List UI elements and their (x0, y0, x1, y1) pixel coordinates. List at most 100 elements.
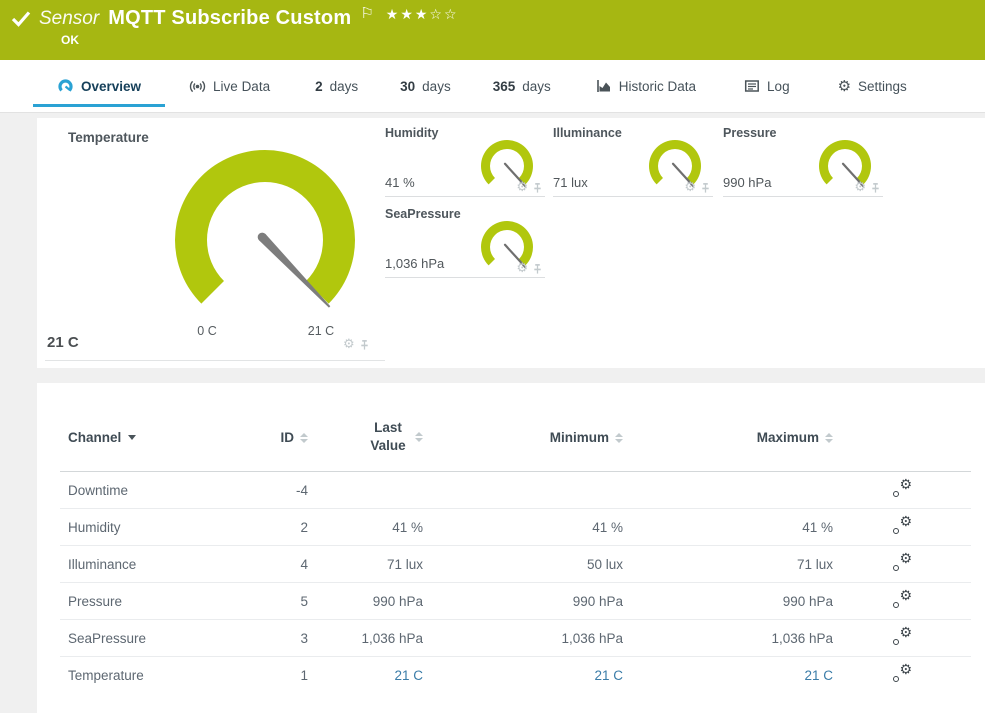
sort-icon (825, 433, 833, 443)
gear-icon[interactable]: ⚙ (684, 181, 696, 194)
gear-icon[interactable]: ⚙ (854, 181, 866, 194)
mini-gauge-panel-illuminance: Illuminance 71 lux ⚙ (553, 124, 713, 197)
pin-icon[interactable] (532, 263, 543, 275)
mini-gauge-panel-humidity: Humidity 41 % ⚙ (385, 124, 545, 197)
maximum-cell: 71 lux (623, 546, 833, 583)
tab-30-days[interactable]: 30 days (379, 60, 472, 112)
last-value-cell: 1,036 hPa (308, 620, 423, 657)
channel-settings-icon[interactable]: ⚙ (892, 628, 912, 646)
gear-icon[interactable]: ⚙ (516, 181, 528, 194)
panel-actions: ⚙ (516, 181, 543, 194)
last-value-cell: 21 C (308, 657, 423, 694)
channel-name[interactable]: Illuminance (553, 126, 622, 140)
gauge-icon (57, 78, 74, 95)
channel-name-cell[interactable]: Downtime (60, 472, 253, 509)
sensor-title-row: Sensor MQTT Subscribe Custom ⚐ ★★★☆☆ (10, 7, 459, 30)
gauges-overview-card: Temperature 0 C 21 C 21 C ⚙ Humidity 41 … (37, 118, 985, 368)
panel-actions: ⚙ (684, 181, 711, 194)
gear-icon[interactable]: ⚙ (343, 338, 355, 351)
channel-name-cell[interactable]: Humidity (60, 509, 253, 546)
pin-icon[interactable] (700, 182, 711, 194)
gauge-scale-max: 21 C (301, 324, 341, 338)
channel-name[interactable]: Pressure (723, 126, 777, 140)
channel-name-cell[interactable]: SeaPressure (60, 620, 253, 657)
minimum-cell (423, 472, 623, 509)
minimum-cell: 990 hPa (423, 583, 623, 620)
panel-divider (45, 360, 385, 361)
channel-name-cell[interactable]: Illuminance (60, 546, 253, 583)
minimum-cell: 41 % (423, 509, 623, 546)
channel-id-cell: 3 (253, 620, 308, 657)
tab-live-data[interactable]: Live Data (165, 60, 294, 112)
maximum-cell: 990 hPa (623, 583, 833, 620)
primary-channel-value: 21 C (47, 334, 79, 351)
tab-365-days[interactable]: 365 days (472, 60, 572, 112)
channel-settings-icon[interactable]: ⚙ (892, 517, 912, 535)
column-header-maximum[interactable]: Maximum (623, 403, 833, 472)
pin-icon[interactable] (359, 339, 370, 351)
tab-overview[interactable]: Overview (33, 60, 165, 112)
minimum-cell: 1,036 hPa (423, 620, 623, 657)
channel-name-cell[interactable]: Pressure (60, 583, 253, 620)
last-value-cell: 41 % (308, 509, 423, 546)
tab-historic-data[interactable]: Historic Data (572, 60, 720, 112)
tab-settings[interactable]: ⚙ Settings (814, 60, 931, 112)
table-row-humidity: Humidity 2 41 % 41 % 41 % ⚙ (60, 509, 971, 546)
channel-id-cell: -4 (253, 472, 308, 509)
table-header-row: Channel ID Last Value Minimum Maximum (60, 403, 971, 472)
sort-icon (415, 432, 423, 442)
flag-icon[interactable]: ⚐ (360, 4, 373, 22)
tab-bar: Overview Live Data 2 days 30 days 365 da… (0, 60, 985, 113)
sensor-status-bar: Sensor MQTT Subscribe Custom ⚐ ★★★☆☆ OK (0, 0, 985, 60)
primary-channel-name[interactable]: Temperature (68, 130, 149, 145)
table-row-pressure: Pressure 5 990 hPa 990 hPa 990 hPa ⚙ (60, 583, 971, 620)
sensor-status-text: OK (61, 33, 79, 47)
table-row-temperature: Temperature 1 21 C 21 C 21 C ⚙ (60, 657, 971, 694)
maximum-cell (623, 472, 833, 509)
log-icon (744, 78, 760, 94)
column-header-channel[interactable]: Channel (60, 403, 253, 472)
channels-table: Channel ID Last Value Minimum Maximum Do… (60, 403, 971, 693)
channel-name[interactable]: Humidity (385, 126, 438, 140)
channel-value: 41 % (385, 175, 415, 190)
channels-table-card: Channel ID Last Value Minimum Maximum Do… (37, 383, 985, 713)
table-row-illuminance: Illuminance 4 71 lux 50 lux 71 lux ⚙ (60, 546, 971, 583)
column-header-id[interactable]: ID (253, 403, 308, 472)
primary-gauge (170, 145, 360, 340)
channel-id-cell: 1 (253, 657, 308, 694)
channel-settings-icon[interactable]: ⚙ (892, 554, 912, 572)
pin-icon[interactable] (870, 182, 881, 194)
channel-value: 990 hPa (723, 175, 771, 190)
channel-id-cell: 2 (253, 509, 308, 546)
gear-icon: ⚙ (838, 79, 851, 94)
maximum-cell: 1,036 hPa (623, 620, 833, 657)
panel-actions: ⚙ (516, 262, 543, 275)
channel-settings-icon[interactable]: ⚙ (892, 665, 912, 683)
pin-icon[interactable] (532, 182, 543, 194)
channel-id-cell: 4 (253, 546, 308, 583)
channel-settings-icon[interactable]: ⚙ (892, 480, 912, 498)
column-header-last-value[interactable]: Last Value (308, 403, 423, 472)
panel-actions: ⚙ (343, 338, 370, 351)
sensor-title: MQTT Subscribe Custom (108, 7, 351, 30)
channel-settings-icon[interactable]: ⚙ (892, 591, 912, 609)
channel-value: 1,036 hPa (385, 256, 444, 271)
priority-stars[interactable]: ★★★☆☆ (386, 7, 459, 23)
sort-icon (615, 433, 623, 443)
sort-desc-icon (128, 435, 136, 440)
channel-id-cell: 5 (253, 583, 308, 620)
tab-2-days[interactable]: 2 days (294, 60, 379, 112)
table-row-downtime: Downtime -4 ⚙ (60, 472, 971, 509)
table-row-seapressure: SeaPressure 3 1,036 hPa 1,036 hPa 1,036 … (60, 620, 971, 657)
channel-value: 71 lux (553, 175, 588, 190)
maximum-cell: 41 % (623, 509, 833, 546)
column-header-minimum[interactable]: Minimum (423, 403, 623, 472)
mini-gauge-panel-pressure: Pressure 990 hPa ⚙ (723, 124, 883, 197)
channel-name[interactable]: SeaPressure (385, 207, 461, 221)
panel-actions: ⚙ (854, 181, 881, 194)
channel-name-cell[interactable]: Temperature (60, 657, 253, 694)
gear-icon[interactable]: ⚙ (516, 262, 528, 275)
tab-log[interactable]: Log (720, 60, 814, 112)
gauge-scale-min: 0 C (187, 324, 227, 338)
sort-icon (300, 433, 308, 443)
